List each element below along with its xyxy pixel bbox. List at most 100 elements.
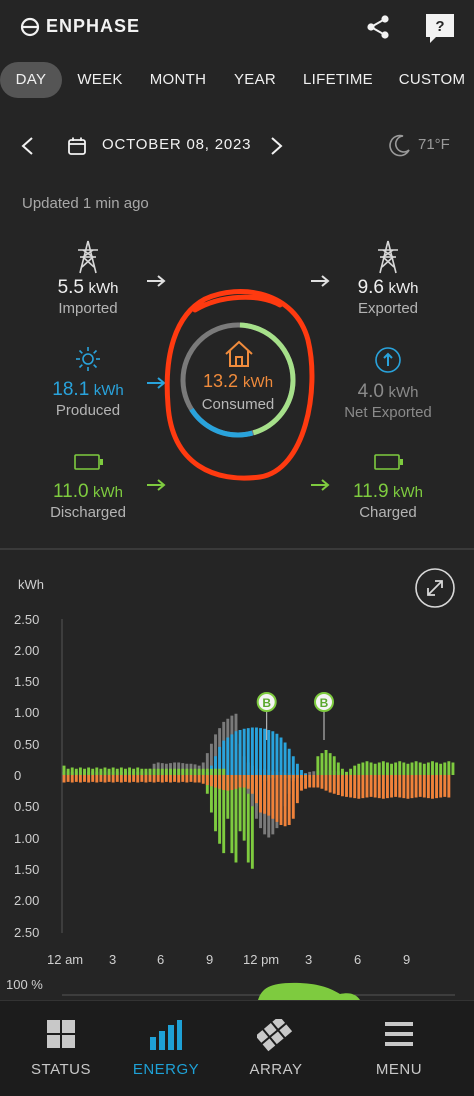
nav-menu-label[interactable]: MENU <box>349 1061 449 1078</box>
nav-status-label[interactable]: STATUS <box>11 1061 111 1078</box>
bar-consumed <box>242 775 246 788</box>
bar-charged <box>361 762 365 775</box>
bar-consumed <box>136 775 140 783</box>
bar-charged <box>353 765 357 776</box>
bar-consumed <box>287 775 291 825</box>
bar-consumed <box>320 775 324 789</box>
tab-week[interactable]: WEEK <box>72 62 128 98</box>
bar-produced <box>234 731 238 775</box>
enphase-logo-icon <box>20 17 40 36</box>
bar-consumed <box>291 775 295 819</box>
bar-charged <box>365 761 369 775</box>
help-question-icon[interactable]: ? <box>424 12 456 44</box>
share-icon[interactable] <box>364 13 392 41</box>
calendar-icon[interactable] <box>67 136 87 156</box>
moon-icon <box>389 134 410 157</box>
updated-status: Updated 1 min ago <box>22 195 149 212</box>
status-grid-icon <box>47 1020 75 1048</box>
bar-consumed <box>353 775 357 799</box>
chevron-right-icon[interactable] <box>268 136 284 156</box>
imported-metric: 5.5 kWh Imported <box>28 277 148 317</box>
nav-energy[interactable] <box>116 1019 216 1056</box>
bar-charged <box>406 763 410 775</box>
bar-consumed <box>66 775 70 782</box>
bar-consumed <box>365 775 369 798</box>
charged-unit: kWh <box>393 484 424 501</box>
chevron-left-icon[interactable] <box>20 136 36 156</box>
bar-charged <box>443 762 447 775</box>
bar-charged <box>173 768 177 775</box>
bar-produced <box>263 728 267 775</box>
bar-charged <box>320 753 324 776</box>
battery-icon <box>374 454 403 470</box>
tab-month[interactable]: MONTH <box>146 62 210 98</box>
bar-charged <box>394 762 398 775</box>
bar-consumed <box>230 775 234 790</box>
bar-charged <box>169 768 172 775</box>
bar-charged <box>381 761 385 775</box>
bar-consumed <box>435 775 439 799</box>
bar-charged <box>124 768 127 775</box>
bar-consumed <box>197 775 201 783</box>
period-tabs: DAY WEEK MONTH YEAR LIFETIME CUSTOM <box>0 62 474 100</box>
bar-consumed <box>193 775 197 783</box>
bar-consumed <box>144 775 148 783</box>
bar-imported <box>312 771 316 775</box>
imported-value: 5.5 <box>57 277 84 298</box>
nav-array-label[interactable]: ARRAY <box>226 1061 326 1078</box>
bar-consumed <box>308 775 312 788</box>
bar-produced <box>300 770 303 775</box>
bar-consumed <box>74 775 78 782</box>
bar-charged <box>78 767 82 775</box>
bar-consumed <box>386 775 389 799</box>
energy-bar-chart[interactable]: BB <box>0 600 474 950</box>
bar-charged <box>214 768 217 775</box>
bar-consumed <box>226 775 230 791</box>
bar-charged <box>398 761 402 775</box>
bar-charged <box>410 762 414 775</box>
bar-charged <box>357 763 361 775</box>
bar-consumed <box>263 775 267 814</box>
bar-consumed <box>271 775 275 819</box>
charged-value: 11.9 <box>352 481 389 502</box>
x-tick-label: 6 <box>354 952 362 967</box>
nav-status[interactable] <box>11 1019 111 1054</box>
bar-consumed <box>222 775 226 790</box>
bar-produced <box>226 737 230 775</box>
bar-consumed <box>181 775 185 782</box>
bar-consumed <box>124 775 127 782</box>
bar-consumed <box>304 775 308 789</box>
sun-icon <box>76 347 100 371</box>
tab-custom[interactable]: CUSTOM <box>396 62 468 98</box>
nav-energy-label[interactable]: ENERGY <box>116 1061 216 1078</box>
bar-charged <box>340 768 344 775</box>
bar-charged <box>218 768 222 775</box>
nav-array[interactable] <box>226 1015 326 1060</box>
bar-consumed <box>177 775 181 783</box>
tab-day[interactable]: DAY <box>0 62 62 98</box>
bar-charged <box>369 762 373 775</box>
selected-date[interactable]: OCTOBER 08, 2023 <box>102 136 251 153</box>
bar-produced <box>287 748 291 775</box>
bar-consumed <box>140 775 144 782</box>
bar-consumed <box>312 775 316 788</box>
bar-charged <box>193 768 197 775</box>
bar-consumed <box>250 775 254 794</box>
bar-consumed <box>132 775 136 782</box>
tab-year[interactable]: YEAR <box>230 62 280 98</box>
charged-label: Charged <box>359 504 417 521</box>
bar-produced <box>283 742 287 775</box>
bar-consumed <box>62 775 66 783</box>
bar-consumed <box>431 775 434 799</box>
bar-imported <box>308 771 312 776</box>
bar-consumed <box>332 775 336 794</box>
bar-charged <box>439 763 443 775</box>
bar-consumed <box>148 775 152 782</box>
nav-menu[interactable] <box>349 1019 449 1054</box>
bar-consumed <box>418 775 422 797</box>
bar-consumed <box>369 775 373 797</box>
tab-lifetime[interactable]: LIFETIME <box>300 62 376 98</box>
bar-consumed <box>361 775 365 799</box>
bar-consumed <box>91 775 95 782</box>
bar-charged <box>422 763 426 775</box>
